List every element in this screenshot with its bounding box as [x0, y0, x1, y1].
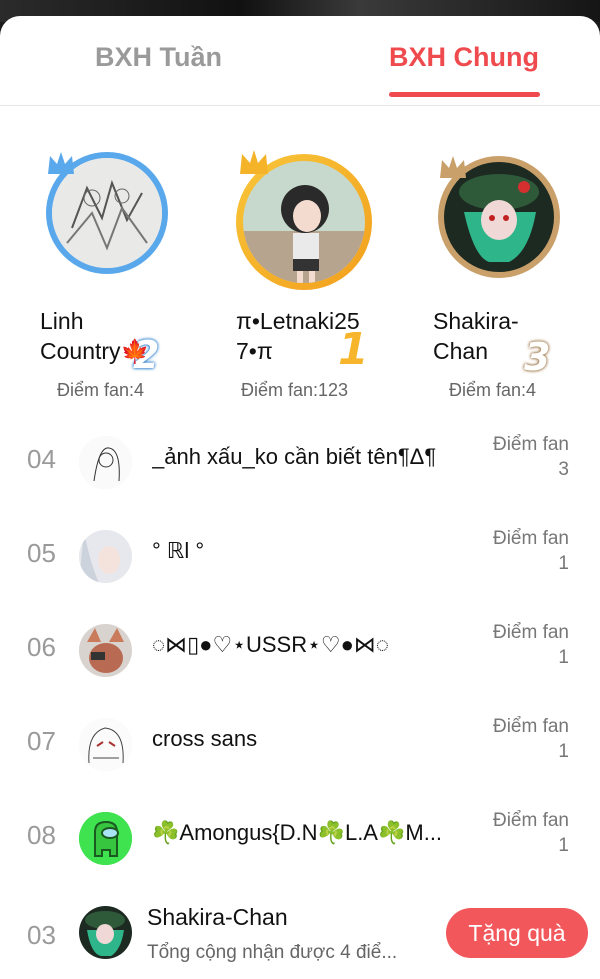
- rank-number: 3: [524, 335, 551, 379]
- podium-name-line1: π•Letnaki25: [236, 308, 360, 334]
- user-name: ° ℝl °: [152, 538, 205, 563]
- user-name: _ảnh xấu_ko cần biết tên¶Δ¶: [152, 444, 437, 469]
- fan-score-label: Điểm fan: [492, 528, 569, 549]
- list-item[interactable]: 06 ◌⋈▯●♡⋆USSR⋆♡●⋈◌ Điểm fan 1: [0, 602, 600, 696]
- character-avatar-image: [243, 161, 365, 283]
- podium-name-line1: Shakira-: [433, 308, 519, 334]
- podium-name: Shakira- Chan: [433, 306, 519, 366]
- podium-rank-3[interactable]: 3 Shakira- Chan Điểm fan:4: [400, 106, 600, 406]
- avatar: [79, 436, 132, 489]
- list-item[interactable]: 05 ° ℝl ° Điểm fan 1: [0, 508, 600, 602]
- crown-icon: [48, 152, 74, 174]
- list-item[interactable]: 08 ☘️Amongus{D.N☘️L.A☘️M... Điểm fan 1: [0, 790, 600, 884]
- fan-score-value: 1: [558, 553, 569, 574]
- avatar: [243, 161, 365, 283]
- fan-score-value: 3: [558, 459, 569, 480]
- my-name: Shakira-Chan: [147, 904, 288, 930]
- podium-score: Điểm fan:4: [57, 380, 145, 400]
- current-user-bar: 03 Shakira-Chan Tổng cộng nhận được 4 đi…: [0, 888, 600, 979]
- avatar: [79, 530, 132, 583]
- podium-score: Điểm fan:123: [241, 380, 349, 400]
- avatar: [79, 718, 132, 771]
- rank-number: 05: [27, 538, 56, 568]
- fan-score-label: Điểm fan: [492, 716, 569, 737]
- list-item[interactable]: 04 _ảnh xấu_ko cần biết tên¶Δ¶ Điểm fan …: [0, 414, 600, 508]
- fan-score-value: 1: [558, 647, 569, 668]
- tab-bar: BXH Tuần BXH Chung: [0, 16, 600, 106]
- podium-rank-1[interactable]: 1 π•Letnaki25 7•π Điểm fan:123: [200, 106, 400, 406]
- podium-name: Linh Country🍁: [40, 306, 149, 366]
- my-rank-number: 03: [27, 920, 56, 950]
- my-total-received: Tổng cộng nhận được 4 điể...: [147, 942, 398, 963]
- podium-name-line1: Linh: [40, 308, 84, 334]
- rank-number: 08: [27, 820, 56, 850]
- user-name: ☘️Amongus{D.N☘️L.A☘️M...: [152, 820, 443, 845]
- crown-icon: [240, 150, 268, 174]
- fan-score-value: 1: [558, 741, 569, 762]
- fan-score-value: 1: [558, 835, 569, 856]
- avatar: [79, 812, 132, 865]
- fan-score-label: Điểm fan: [492, 434, 569, 455]
- podium-score: Điểm fan:4: [449, 380, 537, 400]
- rank-number: 06: [27, 632, 56, 662]
- podium-name-line2: Chan: [433, 338, 488, 364]
- list-item[interactable]: 07 cross sans Điểm fan 1: [0, 696, 600, 790]
- podium-name-line2: Country🍁: [40, 338, 150, 364]
- podium-name: π•Letnaki25 7•π: [236, 306, 360, 366]
- avatar: [79, 906, 132, 959]
- fan-score-label: Điểm fan: [492, 622, 569, 643]
- send-gift-button[interactable]: Tặng quà: [446, 908, 588, 958]
- avatar: [79, 624, 132, 677]
- fan-score-label: Điểm fan: [492, 810, 569, 831]
- rank-number: 07: [27, 726, 56, 756]
- active-tab-indicator: [389, 92, 540, 97]
- podium-rank-2[interactable]: 2 Linh Country🍁 Điểm fan:4: [0, 106, 200, 406]
- podium: 2 Linh Country🍁 Điểm fan:4 1 π•Letnaki25…: [0, 106, 600, 406]
- user-name: cross sans: [152, 726, 258, 751]
- user-name: ◌⋈▯●♡⋆USSR⋆♡●⋈◌: [152, 632, 389, 657]
- crown-icon: [440, 156, 466, 178]
- tab-overall[interactable]: BXH Chung: [389, 42, 539, 73]
- rank-number: 04: [27, 444, 56, 474]
- tab-weekly[interactable]: BXH Tuần: [95, 42, 222, 73]
- podium-name-line2: 7•π: [236, 338, 273, 364]
